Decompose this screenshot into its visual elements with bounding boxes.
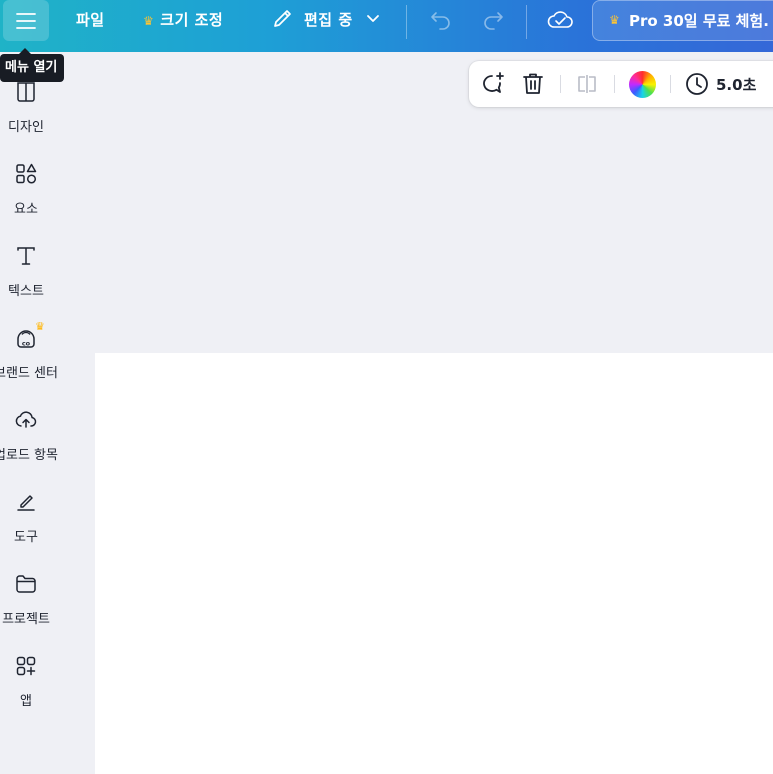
top-bar: 파일 ♛ 크기 조정 편집 중 ♛ Pro 30일 무료 체험. (0, 0, 773, 52)
cloud-saved-icon[interactable] (546, 8, 574, 32)
resize-button[interactable]: ♛ 크기 조정 (143, 9, 223, 32)
text-icon (17, 247, 35, 265)
menu-button[interactable] (3, 0, 49, 41)
resize-label: 크기 조정 (160, 11, 224, 29)
file-menu-label: 파일 (76, 11, 105, 29)
add-comment-icon[interactable] (479, 72, 505, 96)
menu-tooltip: 메뉴 열기 (0, 48, 65, 82)
sidebar-item-apps[interactable]: 앱 (0, 654, 52, 714)
sidebar-item-brand[interactable]: ♛ co 브랜드 센터 (0, 320, 58, 382)
crown-icon: ♛ (609, 13, 620, 27)
pro-trial-button[interactable]: ♛ Pro 30일 무료 체험. (592, 0, 773, 41)
hamburger-icon (16, 13, 36, 29)
page-context-toolbar: 5.0초 (469, 61, 773, 107)
editing-mode-dropdown[interactable]: 편집 중 (272, 9, 380, 31)
pencil-icon (274, 10, 291, 27)
sidebar-item-label: 브랜드 센터 (0, 366, 58, 381)
sidebar-item-label: 요소 (14, 202, 38, 217)
editing-label: 편집 중 (304, 11, 353, 29)
toolbar-divider (526, 5, 527, 39)
folder-icon (16, 575, 36, 593)
crown-icon: ♛ (143, 14, 155, 28)
shapes-icon (16, 163, 37, 184)
sidebar-item-label: 앱 (20, 694, 32, 709)
sidebar-item-elements[interactable]: 요소 (0, 162, 52, 222)
sidebar-item-design[interactable]: 디자인 (0, 80, 52, 140)
toolbar-divider (560, 75, 561, 93)
sidebar-item-uploads[interactable]: 업로드 항목 (0, 408, 58, 468)
layout-icon (17, 82, 35, 102)
pen-tool-icon (17, 495, 35, 511)
upload-cloud-icon (15, 411, 37, 428)
sidebar-item-projects[interactable]: 프로젝트 (0, 572, 52, 632)
sidebar-item-tools[interactable]: 도구 (0, 490, 52, 550)
toolbar-divider (614, 75, 615, 93)
page-duration[interactable]: 5.0초 (716, 74, 756, 95)
sidebar-item-label: 프로젝트 (2, 612, 50, 627)
design-page[interactable] (95, 353, 773, 774)
sidebar-item-label: 업로드 항목 (0, 448, 58, 463)
brand-icon: co (17, 330, 35, 348)
svg-text:co: co (22, 339, 31, 347)
chevron-down-icon (367, 15, 380, 22)
apps-icon (16, 656, 36, 676)
sidebar-item-label: 텍스트 (8, 284, 44, 299)
left-sidebar: 디자인 요소 텍스트 ♛ co 브랜드 센터 업로드 항목 도구 프로젝트 앱 (0, 52, 58, 774)
sidebar-item-label: 도구 (14, 530, 38, 545)
toolbar-divider (670, 75, 671, 93)
split-page-icon[interactable] (575, 73, 599, 95)
clock-icon[interactable] (685, 72, 709, 96)
pro-trial-label: Pro 30일 무료 체험. (629, 12, 769, 30)
color-picker-icon[interactable] (629, 71, 656, 98)
sidebar-item-text[interactable]: 텍스트 (0, 244, 52, 304)
redo-icon[interactable] (481, 9, 505, 31)
trash-icon[interactable] (522, 72, 544, 96)
sidebar-item-label: 디자인 (8, 120, 44, 135)
undo-icon[interactable] (429, 9, 453, 31)
toolbar-divider (406, 5, 407, 39)
file-menu[interactable]: 파일 (76, 9, 105, 31)
